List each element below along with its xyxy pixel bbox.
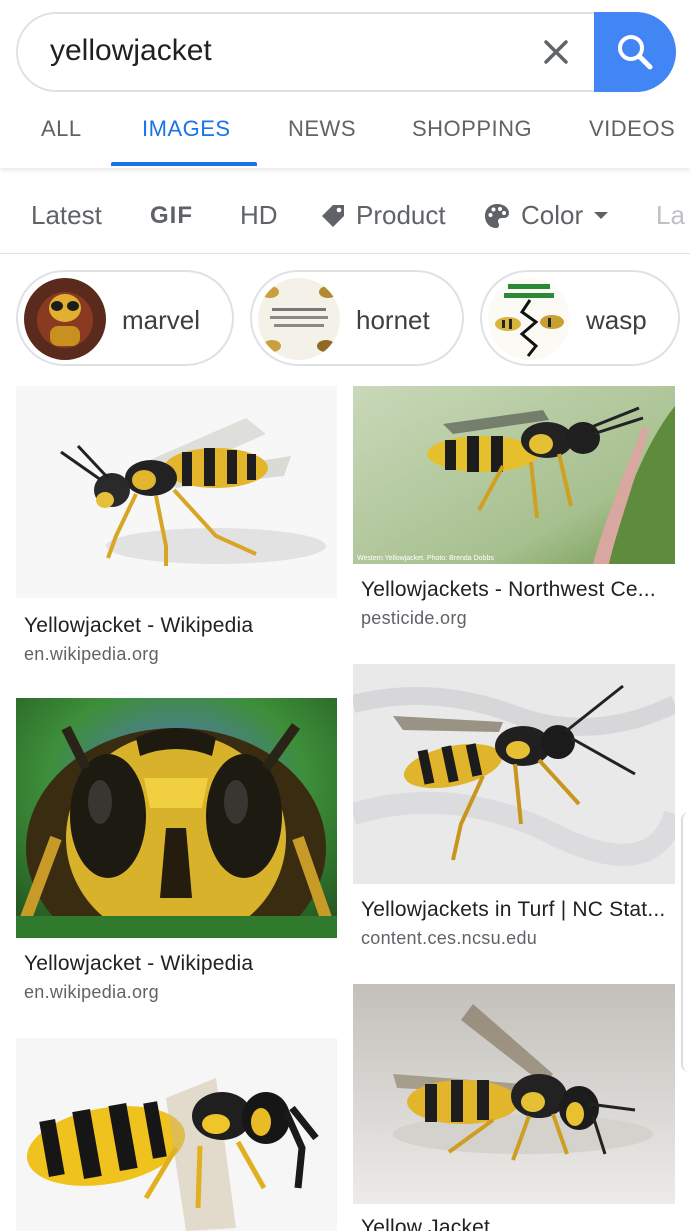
- filter-latest-label: Latest: [31, 200, 102, 230]
- result-source: en.wikipedia.org: [24, 982, 159, 1002]
- result-thumbnail[interactable]: Western Yellowjacket. Photo: Brenda Dobb…: [353, 386, 675, 564]
- tag-icon: [322, 204, 344, 227]
- clear-search-button[interactable]: [536, 32, 576, 72]
- filter-color[interactable]: Color: [483, 200, 609, 231]
- filter-gif-label: GIF: [150, 202, 193, 229]
- filter-product[interactable]: Product: [320, 200, 446, 231]
- search-bar[interactable]: yellowjacket: [16, 12, 676, 92]
- filter-latest[interactable]: Latest: [31, 200, 102, 231]
- related-chip-hornet[interactable]: hornet: [250, 270, 464, 366]
- chip-thumbnail: [258, 278, 340, 360]
- tab-images[interactable]: IMAGES: [142, 116, 231, 142]
- tab-news[interactable]: NEWS: [288, 116, 356, 142]
- image-result[interactable]: [16, 1038, 337, 1231]
- result-source: content.ces.ncsu.edu: [361, 928, 538, 948]
- search-button[interactable]: [594, 12, 676, 92]
- tab-all[interactable]: ALL: [41, 116, 82, 142]
- result-source: en.wikipedia.org: [24, 644, 159, 664]
- result-thumbnail[interactable]: [16, 1038, 337, 1231]
- active-tab-indicator: [111, 162, 257, 166]
- filter-hd[interactable]: HD: [240, 200, 278, 231]
- chip-thumbnail: [24, 278, 106, 360]
- related-chip-wasp[interactable]: wasp: [480, 270, 680, 366]
- tab-shopping[interactable]: SHOPPING: [412, 116, 532, 142]
- search-icon: [618, 35, 653, 70]
- image-result[interactable]: Yellowjackets in Turf | NC Stat... conte…: [353, 664, 675, 954]
- image-result[interactable]: Yellowjacket - Wikipedia en.wikipedia.or…: [16, 698, 337, 1008]
- image-result[interactable]: Yellow Jacket: [353, 984, 675, 1231]
- related-chip-marvel[interactable]: marvel: [16, 270, 234, 366]
- scroll-indicator[interactable]: [681, 812, 690, 1072]
- filter-product-label: Product: [356, 200, 446, 230]
- result-thumbnail[interactable]: [16, 386, 337, 598]
- filter-hd-label: HD: [240, 200, 278, 230]
- result-title: Yellowjackets - Northwest Ce...: [361, 578, 656, 601]
- search-input[interactable]: yellowjacket: [50, 34, 212, 68]
- chip-label: wasp: [586, 305, 647, 335]
- filter-gif[interactable]: GIF: [150, 202, 193, 230]
- filter-color-label: Color: [521, 200, 584, 230]
- tab-videos[interactable]: VIDEOS: [589, 116, 675, 142]
- chip-label: marvel: [122, 305, 201, 335]
- result-source: pesticide.org: [361, 608, 467, 628]
- svg-text:Western Yellowjacket. Photo: B: Western Yellowjacket. Photo: Brenda Dobb…: [357, 555, 494, 562]
- chip-label: hornet: [356, 305, 430, 335]
- result-thumbnail[interactable]: [353, 664, 675, 884]
- filter-more-label: La: [656, 200, 685, 230]
- result-title: Yellowjacket - Wikipedia: [24, 952, 254, 975]
- palette-icon: [485, 203, 509, 228]
- filter-more[interactable]: La: [656, 200, 685, 231]
- result-thumbnail[interactable]: [16, 698, 337, 938]
- result-title: Yellowjackets in Turf | NC Stat...: [361, 898, 666, 921]
- chip-thumbnail: [488, 278, 570, 360]
- result-title: Yellow Jacket: [361, 1216, 491, 1231]
- filter-bar: Latest GIF HD Product Color La: [0, 180, 690, 254]
- close-icon: [544, 40, 568, 64]
- dropdown-arrow-icon: [594, 211, 609, 219]
- search-tabs: ALL IMAGES NEWS SHOPPING VIDEOS: [0, 100, 690, 168]
- image-result[interactable]: Western Yellowjacket. Photo: Brenda Dobb…: [353, 386, 675, 646]
- result-title: Yellowjacket - Wikipedia: [24, 614, 254, 637]
- result-thumbnail[interactable]: [353, 984, 675, 1204]
- image-result[interactable]: Yellowjacket - Wikipedia en.wikipedia.or…: [16, 386, 337, 676]
